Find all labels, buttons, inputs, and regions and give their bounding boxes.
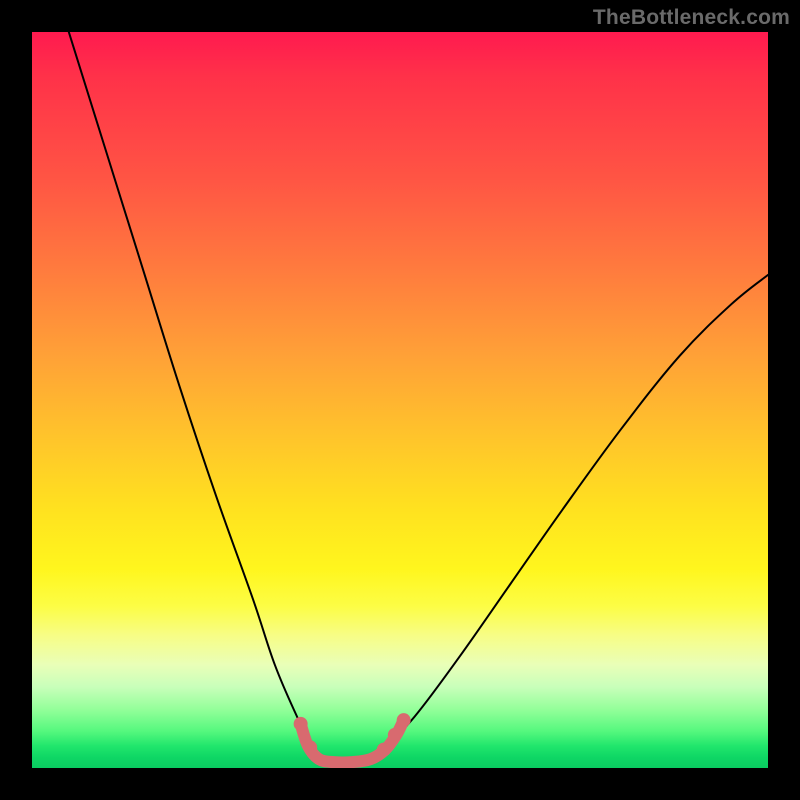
optimal-range-dots [294,713,411,756]
bottleneck-curve [69,32,768,762]
marker-dot [303,740,317,754]
chart-frame: TheBottleneck.com [0,0,800,800]
attribution-watermark: TheBottleneck.com [593,6,790,30]
marker-dot [294,717,308,731]
plot-area [32,32,768,768]
marker-dot [377,743,391,757]
marker-dot [397,713,411,727]
chart-svg [32,32,768,768]
marker-dot [388,728,402,742]
optimal-range-marker [301,720,404,762]
